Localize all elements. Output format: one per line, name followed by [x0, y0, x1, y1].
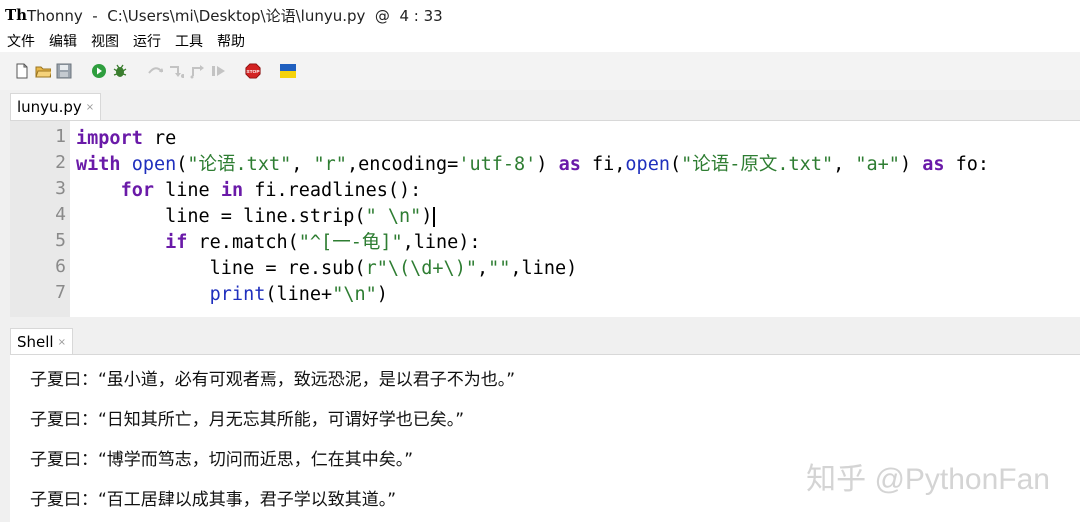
- line-number: 7: [55, 282, 66, 303]
- shell-tabbar: Shell ×: [10, 328, 73, 355]
- line-number: 4: [55, 204, 66, 225]
- code-line: if re.match("^[一-龟]",line):: [165, 232, 481, 253]
- shell-output-line: 子夏曰：“虽小道，必有可观者焉，致远恐泥，是以君子不为也。”: [30, 370, 516, 390]
- close-icon[interactable]: ×: [58, 337, 66, 348]
- shell-output-line: 子夏曰：“日知其所亡，月无忘其所能，可谓好学也已矣。”: [30, 410, 465, 430]
- code-line: line = re.sub(r"\(\d+\)","",line): [76, 258, 578, 279]
- menu-edit[interactable]: 编辑: [42, 31, 84, 51]
- tab-shell[interactable]: Shell ×: [10, 328, 73, 355]
- step-into-icon[interactable]: [168, 63, 184, 79]
- shell-output-line: 子夏曰：“博学而笃志，切问而近思，仁在其中矣。”: [30, 450, 414, 470]
- ukraine-flag-icon[interactable]: [280, 63, 296, 79]
- editor-tabbar: lunyu.py ×: [10, 92, 102, 120]
- window-title: Thonny - C:\Users\mi\Desktop\论语\lunyu.py…: [27, 6, 443, 25]
- menu-run[interactable]: 运行: [126, 31, 168, 51]
- save-icon[interactable]: [56, 63, 72, 79]
- step-over-icon[interactable]: [147, 63, 163, 79]
- open-file-icon[interactable]: [35, 63, 51, 79]
- code-line: with open("论语.txt", "r",encoding='utf-8'…: [76, 154, 990, 175]
- line-number: 5: [55, 230, 66, 251]
- title-bar: Th Thonny - C:\Users\mi\Desktop\论语\lunyu…: [0, 0, 1080, 30]
- menu-help[interactable]: 帮助: [210, 31, 252, 51]
- line-number: 2: [55, 152, 66, 173]
- tab-label: lunyu.py: [17, 98, 82, 116]
- stop-icon-label: STOP: [246, 69, 260, 75]
- menu-file[interactable]: 文件: [0, 31, 42, 51]
- code-line: print(line+"\n"): [209, 284, 388, 305]
- watermark: 知乎 @PythonFan: [806, 463, 1050, 496]
- new-file-icon[interactable]: [14, 63, 30, 79]
- toolbar: STOP: [0, 52, 1080, 90]
- menu-view[interactable]: 视图: [84, 31, 126, 51]
- shell-output-line: 子夏曰：“百工居肆以成其事，君子学以致其道。”: [30, 490, 397, 510]
- tab-lunyu-py[interactable]: lunyu.py ×: [10, 93, 102, 120]
- step-out-icon[interactable]: [189, 63, 205, 79]
- thonny-logo-icon: Th: [5, 6, 28, 24]
- run-icon[interactable]: [91, 63, 107, 79]
- tab-label: Shell: [17, 333, 54, 351]
- menu-bar: 文件 编辑 视图 运行 工具 帮助: [0, 30, 1080, 52]
- debug-icon[interactable]: [112, 63, 128, 79]
- resume-icon[interactable]: [210, 63, 226, 79]
- code-line: import re: [76, 128, 177, 149]
- line-number: 3: [55, 178, 66, 199]
- line-number-gutter: 1 2 3 4 5 6 7: [10, 121, 70, 317]
- menu-tools[interactable]: 工具: [168, 31, 210, 51]
- text-cursor: [433, 207, 436, 227]
- stop-icon[interactable]: STOP: [245, 63, 261, 79]
- code-line: line = line.strip(" \n"): [76, 204, 436, 230]
- line-number: 1: [55, 126, 66, 147]
- code-line: for line in fi.readlines():: [120, 180, 422, 201]
- code-editor[interactable]: 1 2 3 4 5 6 7 import re with open("论语.tx…: [10, 120, 1080, 317]
- close-icon[interactable]: ×: [86, 102, 94, 113]
- line-number: 6: [55, 256, 66, 277]
